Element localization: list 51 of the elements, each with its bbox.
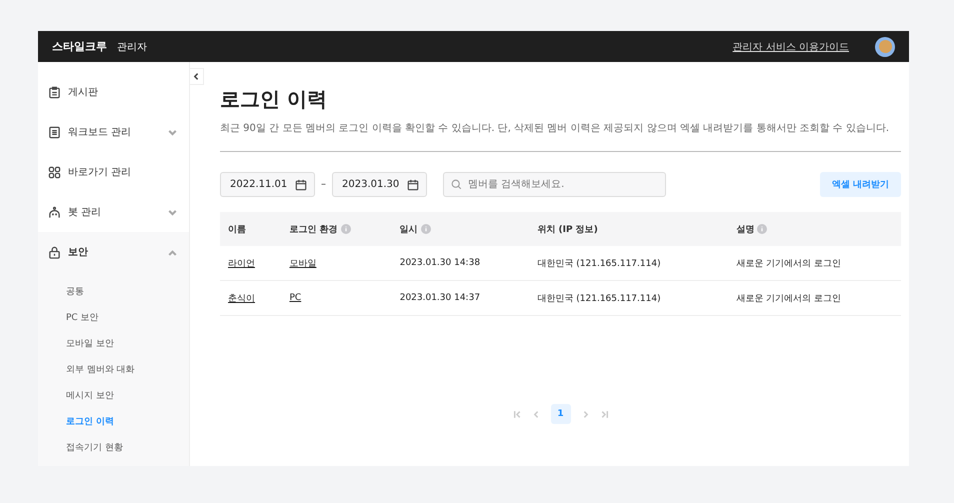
collapse-button[interactable] [190, 68, 204, 85]
column-header: 이름 [228, 224, 246, 236]
info-icon[interactable] [340, 224, 351, 234]
sidebar-subitem[interactable]: 접속기기 현황 [66, 434, 189, 460]
date-separator: – [321, 179, 326, 190]
sidebar-subitem[interactable]: 메시지 보안 [66, 382, 189, 408]
brand-name: 스타일크루 [52, 39, 107, 54]
member-name-link[interactable]: 춘식이 [228, 294, 255, 304]
info-icon[interactable] [420, 224, 431, 234]
column-header: 위치 (IP 정보) [537, 224, 598, 236]
first-page-icon [512, 410, 522, 418]
table-cell: 대한민국 (121.165.117.114) [529, 246, 728, 280]
column-header: 일시 [400, 224, 418, 236]
grid-icon [48, 166, 61, 178]
login-env-link[interactable]: PC [289, 293, 302, 303]
table-cell: 대한민국 (121.165.117.114) [529, 280, 728, 316]
page-title: 로그인 이력 [220, 86, 328, 113]
calendar-icon [295, 178, 307, 190]
sidebar-subitem[interactable]: 모바일 보안 [66, 330, 189, 356]
list-icon [48, 126, 61, 138]
lock-icon [48, 246, 61, 258]
last-page-icon [600, 410, 608, 418]
sidebar-subitem[interactable]: 외부 멤버와 대화 [66, 356, 189, 382]
member-name-link[interactable]: 라이언 [228, 258, 255, 268]
table-cell: 2023.01.30 14:37 [392, 280, 530, 316]
sidebar-item[interactable]: 보안 [38, 232, 189, 272]
table-cell: 새로운 기기에서의 로그인 [728, 246, 901, 280]
robot-icon [48, 206, 61, 218]
table-cell: 2023.01.30 14:38 [392, 246, 530, 280]
clipboard-icon [48, 86, 61, 98]
column-header: 로그인 환경 [289, 224, 338, 236]
guide-link[interactable]: 관리자 서비스 이용가이드 [732, 40, 849, 54]
page-description: 최근 90일 간 모든 멤버의 로그인 이력을 확인할 수 있습니다. 단, 삭제된 멤버 이력은 제공되지 않으며 엑셀 내려받기를 통해서만 조회할 수 있습니다. [220, 121, 901, 152]
date-field[interactable]: 2022.11.01 [220, 172, 315, 197]
sidebar-item[interactable]: 워크보드 관리 [38, 112, 189, 152]
prev-page-icon [532, 410, 540, 418]
sidebar-subitem[interactable]: 공통 [66, 278, 189, 304]
search-field[interactable]: 멤버를 검색해보세요. [443, 172, 666, 197]
info-icon[interactable] [757, 224, 768, 234]
table-cell: 새로운 기기에서의 로그인 [728, 280, 901, 316]
sidebar-subitem[interactable]: PC 보안 [66, 304, 189, 330]
sidebar-item[interactable]: 봇 관리 [38, 192, 189, 232]
sidebar-item[interactable]: 게시판 [38, 72, 189, 112]
role-label: 관리자 [117, 40, 147, 54]
login-env-link[interactable]: 모바일 [289, 258, 316, 268]
column-header: 설명 [736, 224, 754, 236]
chevron-left-icon [192, 72, 201, 81]
sidebar-item[interactable]: 바로가기 관리 [38, 152, 189, 192]
date-field[interactable]: 2023.01.30 [332, 172, 427, 197]
avatar[interactable] [875, 36, 895, 56]
calendar-icon [407, 178, 419, 190]
